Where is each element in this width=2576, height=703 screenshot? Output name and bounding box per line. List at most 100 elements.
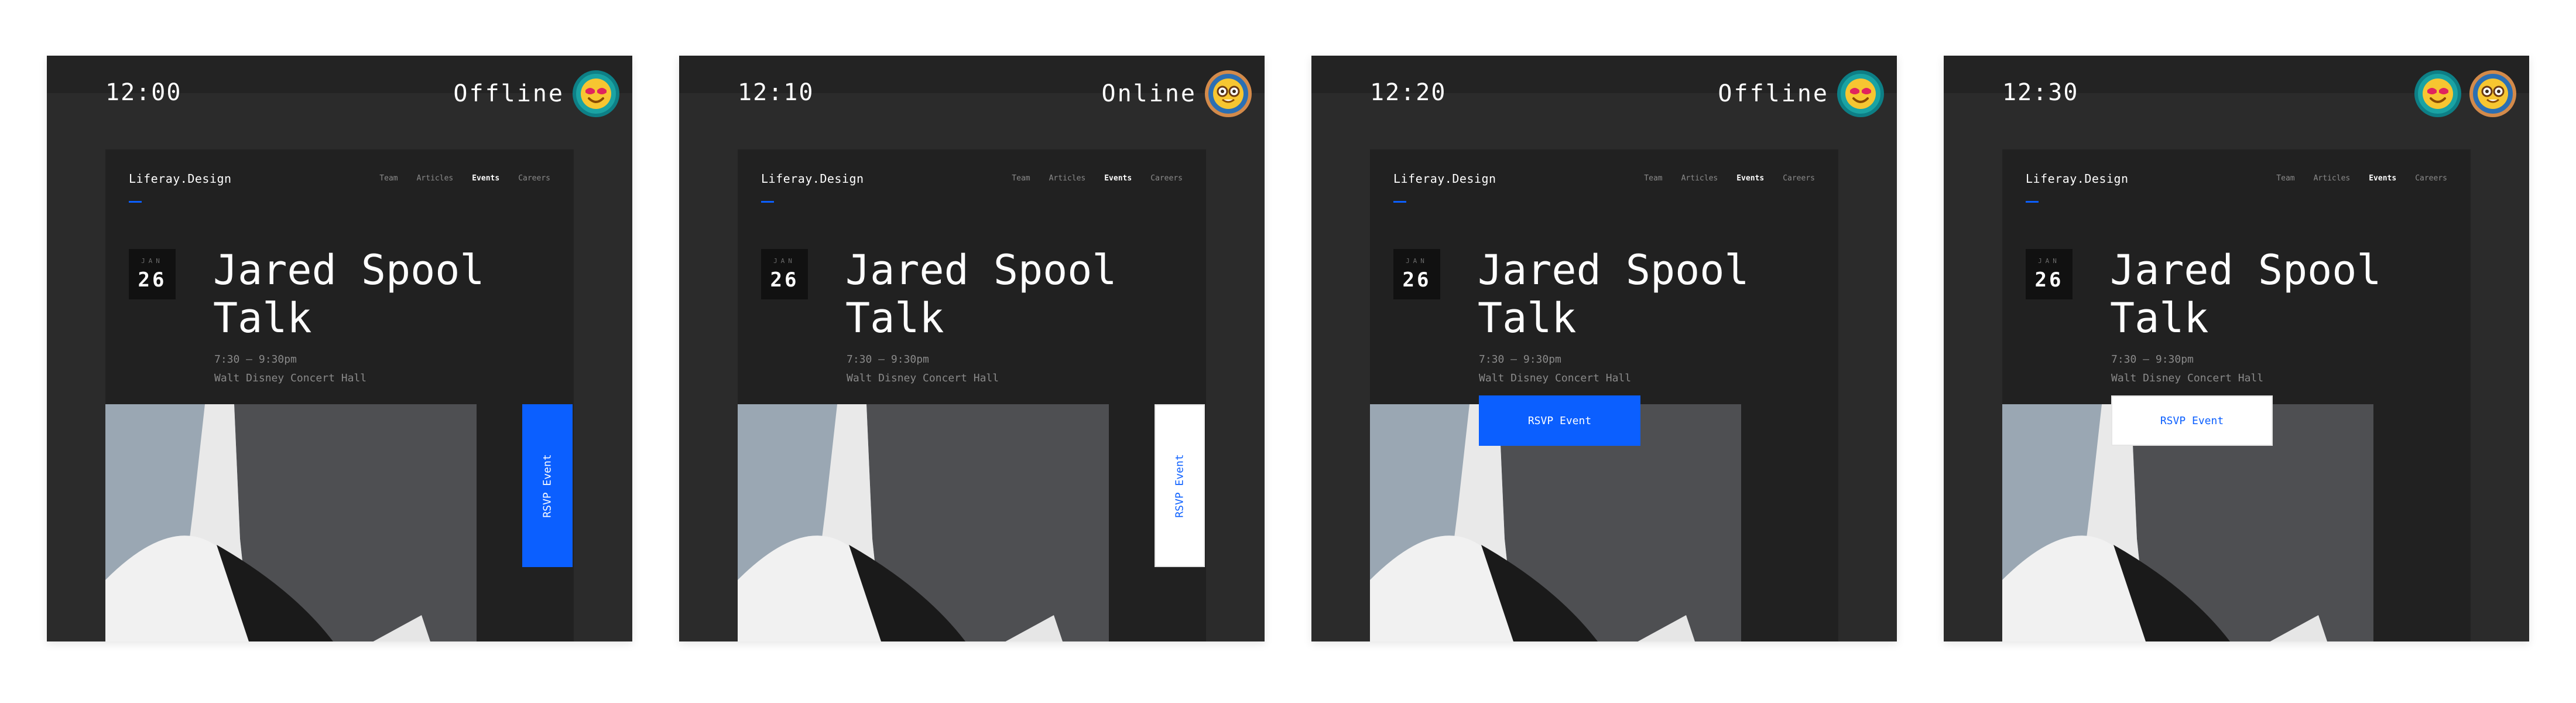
date-month: JAN	[1406, 257, 1428, 265]
cool-emoji-icon	[581, 79, 611, 109]
connection-status: Offline	[1718, 80, 1829, 107]
event-time: 7:30 — 9:30pm	[1479, 353, 1561, 366]
connection-status: Offline	[453, 80, 564, 107]
hero-image	[738, 404, 1109, 641]
rsvp-label: RSVP Event	[1527, 414, 1592, 427]
date-day: 26	[770, 268, 799, 292]
event-title: Jared Spool Talk	[213, 246, 541, 342]
nav-link-team[interactable]: Team	[2276, 174, 2294, 183]
rsvp-label: RSVP Event	[541, 453, 554, 518]
cool-emoji-avatar[interactable]	[573, 70, 619, 117]
nav-links: Team Articles Events Careers	[1644, 174, 1815, 183]
date-badge: JAN 26	[2026, 249, 2073, 299]
brand-underline	[761, 201, 774, 203]
nav-links: Team Articles Events Careers	[379, 174, 550, 183]
nav-links: Team Articles Events Careers	[2276, 174, 2447, 183]
date-month: JAN	[141, 257, 163, 265]
top-nav: Liferay.Design Team Articles Events Care…	[129, 172, 550, 207]
event-title: Jared Spool Talk	[1478, 246, 1806, 342]
top-nav: Liferay.Design Team Articles Events Care…	[1393, 172, 1815, 207]
brand-logo[interactable]: Liferay.Design	[129, 172, 232, 186]
nav-link-team[interactable]: Team	[379, 174, 398, 183]
nav-link-careers[interactable]: Careers	[1150, 174, 1183, 183]
rsvp-label: RSVP Event	[1173, 453, 1186, 518]
event-title-line-1: Jared Spool	[213, 246, 485, 294]
event-page: Liferay.Design Team Articles Events Care…	[738, 149, 1206, 641]
cool-emoji-icon	[1845, 79, 1876, 109]
rsvp-event-button[interactable]: RSVP Event	[1155, 404, 1205, 567]
event-title-line-1: Jared Spool	[1478, 246, 1749, 294]
brand-logo[interactable]: Liferay.Design	[2026, 172, 2129, 186]
event-title: Jared Spool Talk	[845, 246, 1173, 342]
event-title: Jared Spool Talk	[2110, 246, 2438, 342]
nerd-emoji-icon	[1213, 79, 1244, 109]
nav-link-team[interactable]: Team	[1644, 174, 1662, 183]
status-right	[2406, 69, 2516, 119]
cool-emoji-avatar[interactable]	[2414, 70, 2461, 117]
event-time: 7:30 — 9:30pm	[2111, 353, 2194, 366]
event-venue: Walt Disney Concert Hall	[847, 372, 999, 384]
status-time: 12:30	[2002, 79, 2079, 106]
nav-link-articles[interactable]: Articles	[1681, 174, 1718, 183]
nav-link-events[interactable]: Events	[1736, 174, 1764, 183]
nav-link-articles[interactable]: Articles	[2314, 174, 2351, 183]
brand-underline	[2026, 201, 2039, 203]
date-badge: JAN 26	[1393, 249, 1440, 299]
hero-image	[105, 404, 477, 641]
status-right: Offline	[1718, 69, 1884, 119]
cool-emoji-avatar[interactable]	[1837, 70, 1884, 117]
event-time: 7:30 — 9:30pm	[847, 353, 929, 366]
screen-panel-2: 12:10 Online Liferay.Design Team Article…	[679, 56, 1265, 641]
top-nav: Liferay.Design Team Articles Events Care…	[761, 172, 1183, 207]
status-right: Online	[1102, 69, 1252, 119]
nav-link-careers[interactable]: Careers	[518, 174, 550, 183]
connection-status: Online	[1101, 80, 1197, 107]
nav-link-articles[interactable]: Articles	[417, 174, 454, 183]
nav-link-articles[interactable]: Articles	[1049, 174, 1086, 183]
event-title-line-1: Jared Spool	[2110, 246, 2382, 294]
status-time: 12:10	[738, 79, 814, 106]
screen-panel-3: 12:20 Offline Liferay.Design Team Articl…	[1311, 56, 1897, 641]
rsvp-event-button[interactable]: RSVP Event	[1479, 395, 1640, 446]
status-time: 12:20	[1370, 79, 1447, 106]
brand-logo[interactable]: Liferay.Design	[761, 172, 864, 186]
event-page: Liferay.Design Team Articles Events Care…	[105, 149, 574, 641]
cool-emoji-icon	[2423, 79, 2453, 109]
date-month: JAN	[2038, 257, 2060, 265]
nerd-emoji-avatar[interactable]	[2469, 70, 2516, 117]
concert-hall-image	[738, 404, 1109, 641]
nav-link-careers[interactable]: Careers	[1783, 174, 1815, 183]
screen-panel-4: 12:30 Liferay.Design Team Articles Event…	[1944, 56, 2529, 641]
nav-link-careers[interactable]: Careers	[2415, 174, 2447, 183]
event-page: Liferay.Design Team Articles Events Care…	[1370, 149, 1838, 641]
nerd-emoji-icon	[2478, 79, 2508, 109]
brand-underline	[1393, 201, 1406, 203]
nav-link-team[interactable]: Team	[1012, 174, 1030, 183]
event-title-line-2: Talk	[1478, 294, 1577, 342]
nav-link-events[interactable]: Events	[2369, 174, 2396, 183]
event-title-line-2: Talk	[845, 294, 944, 342]
date-day: 26	[138, 268, 167, 292]
rsvp-event-button[interactable]: RSVP Event	[2111, 395, 2273, 446]
event-title-line-2: Talk	[213, 294, 312, 342]
top-nav: Liferay.Design Team Articles Events Care…	[2026, 172, 2447, 207]
date-badge: JAN 26	[761, 249, 808, 299]
nav-link-events[interactable]: Events	[1104, 174, 1132, 183]
rsvp-event-button[interactable]: RSVP Event	[522, 404, 573, 567]
brand-underline	[129, 201, 142, 203]
rsvp-label: RSVP Event	[2160, 414, 2224, 427]
nerd-emoji-avatar[interactable]	[1205, 70, 1252, 117]
date-day: 26	[1402, 268, 1431, 292]
event-venue: Walt Disney Concert Hall	[2111, 372, 2264, 384]
event-venue: Walt Disney Concert Hall	[214, 372, 367, 384]
date-day: 26	[2034, 268, 2064, 292]
nav-link-events[interactable]: Events	[472, 174, 499, 183]
date-month: JAN	[773, 257, 796, 265]
event-title-line-2: Talk	[2110, 294, 2209, 342]
status-time: 12:00	[105, 79, 182, 106]
event-venue: Walt Disney Concert Hall	[1479, 372, 1632, 384]
brand-logo[interactable]: Liferay.Design	[1393, 172, 1496, 186]
status-right: Offline	[453, 69, 619, 119]
screen-panel-1: 12:00 Offline Liferay.Design Team Articl…	[47, 56, 632, 641]
date-badge: JAN 26	[129, 249, 176, 299]
